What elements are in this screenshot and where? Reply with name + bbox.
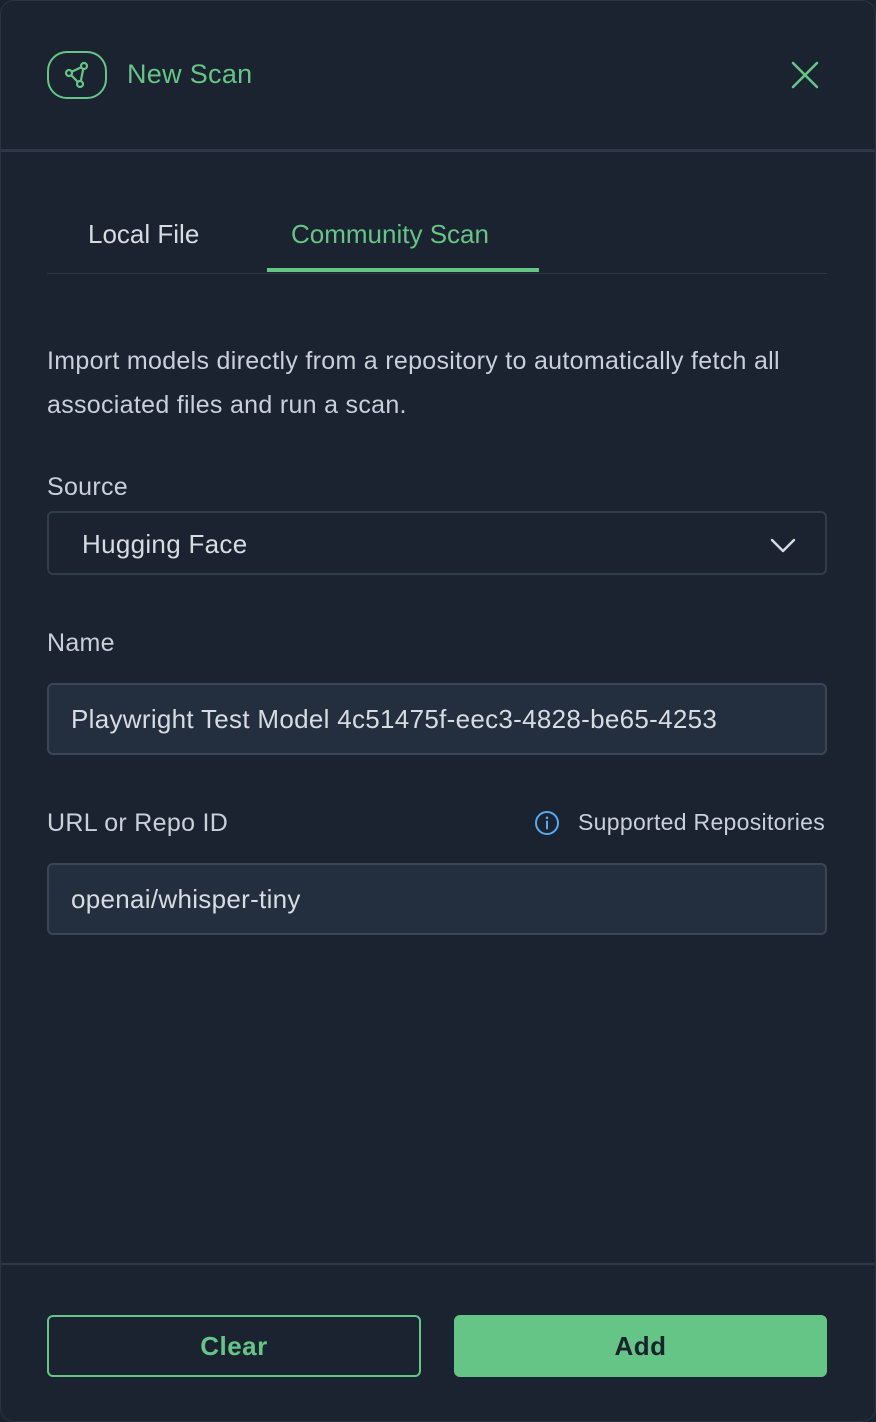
add-button[interactable]: Add [454,1315,827,1377]
close-icon [791,61,819,89]
chevron-down-icon [770,538,796,553]
clear-button[interactable]: Clear [47,1315,421,1377]
new-scan-panel: New Scan Local File Community Scan Impor… [0,0,876,1422]
info-icon [535,810,560,835]
tab-local-file[interactable]: Local File [88,219,199,250]
url-input[interactable] [47,863,827,935]
active-tab-indicator [267,268,539,272]
url-label: URL or Repo ID [47,809,229,837]
source-label: Source [47,473,129,501]
supported-repositories-label: Supported Repositories [578,809,825,835]
tab-bar: Local File Community Scan [47,201,827,274]
panel-footer: Clear Add [1,1263,875,1421]
name-input[interactable] [47,683,827,755]
source-select[interactable]: Hugging Face [47,511,827,575]
share-nodes-icon [47,51,107,99]
supported-repositories-link[interactable]: Supported Repositories [534,809,825,836]
name-label: Name [47,629,115,657]
source-selected-value: Hugging Face [82,529,248,559]
panel-header: New Scan [1,1,875,152]
panel-title: New Scan [127,59,253,89]
scan-description: Import models directly from a repository… [47,347,780,419]
tab-community-scan[interactable]: Community Scan [291,219,489,250]
close-button[interactable] [785,55,825,95]
